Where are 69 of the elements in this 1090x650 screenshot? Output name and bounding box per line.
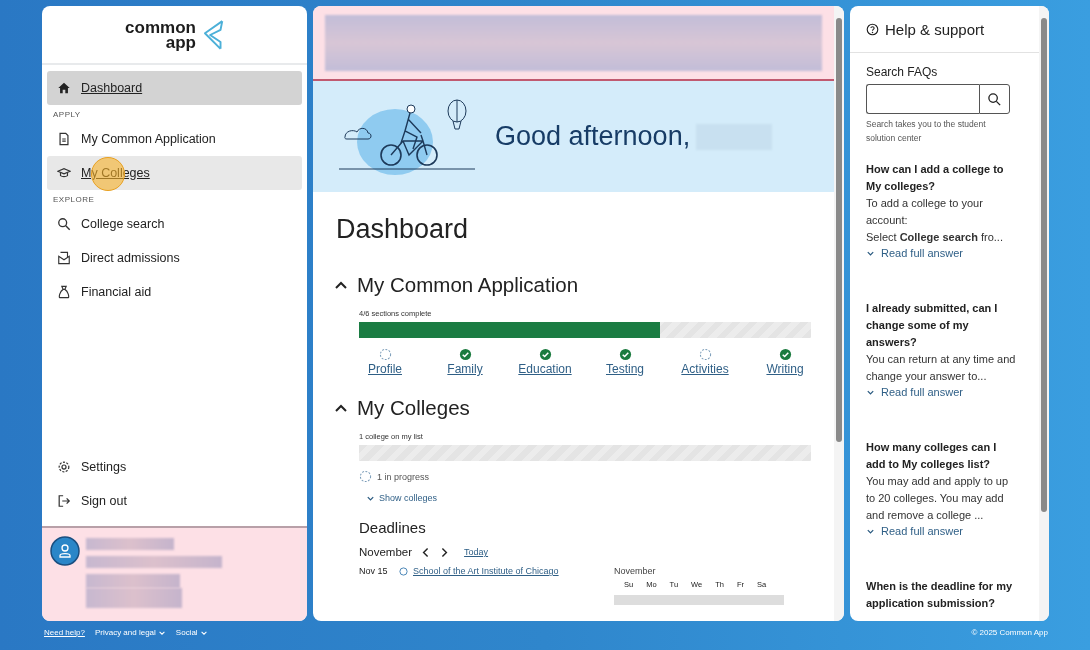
search-icon [987, 91, 1002, 107]
panel-title: Help & support [885, 20, 985, 38]
read-more-link[interactable]: Read full answer [866, 245, 963, 262]
nav-item[interactable]: Financial aid [47, 275, 302, 309]
section-link[interactable]: Activities [681, 362, 729, 376]
faq-question: How many colleges can I add to My colleges list? [866, 440, 998, 472]
section-link[interactable]: Testing [606, 362, 644, 376]
field-label: Search FAQs [866, 65, 939, 79]
nav-item[interactable]: Sign out [47, 484, 302, 518]
page-title: Dashboard [336, 214, 470, 245]
dashed-circle-icon [359, 470, 372, 483]
faq-question: When is the deadline for my application submission? [866, 579, 1014, 611]
deadline-date: Nov 15 [359, 566, 389, 576]
section-title: My Common Application [357, 273, 579, 297]
circle-icon [399, 566, 408, 576]
footer-link[interactable]: Social [175, 628, 208, 637]
section-link[interactable]: Family [447, 362, 483, 376]
college-link[interactable]: School of the Art Institute of Chicago [413, 566, 559, 576]
help-icon [866, 22, 879, 36]
nav-item[interactable]: Direct admissions [47, 241, 302, 275]
copyright-text: © 2025 Common App [971, 628, 1048, 637]
today-link[interactable]: Today [464, 547, 489, 557]
logo-text: app [165, 34, 196, 50]
section-title: Deadlines [359, 519, 427, 536]
section-title: My Colleges [357, 396, 470, 420]
logo-text: common [125, 19, 196, 35]
chevron-down-icon [866, 527, 875, 536]
section-link[interactable]: Education [518, 362, 572, 376]
nav-item[interactable]: College search [47, 207, 302, 241]
greeting-text: Good afternoon, [495, 121, 691, 152]
next-icon[interactable] [440, 546, 449, 558]
nav-item[interactable]: Settings [47, 450, 302, 484]
document-icon [57, 132, 71, 146]
calendar-month: November [614, 566, 657, 576]
section-link[interactable]: Writing [766, 362, 804, 376]
chevron-down-icon [866, 388, 875, 397]
money-bag-icon [57, 285, 71, 299]
settings-icon [57, 460, 71, 474]
faq-answer: You can return at any time and change your answer to... [866, 352, 1017, 384]
month-label: November [359, 546, 413, 558]
envelope-icon [57, 251, 71, 265]
search-icon [57, 217, 71, 231]
avatar-icon[interactable] [50, 536, 80, 566]
scrollbar[interactable] [1039, 6, 1049, 621]
show-colleges-link[interactable]: Show colleges [366, 493, 438, 503]
search-field[interactable] [866, 84, 979, 114]
previous-icon[interactable] [422, 546, 431, 558]
nav-item[interactable]: My Common Application [47, 122, 302, 156]
sign-out-icon [57, 494, 71, 508]
status-text: 1 in progress [377, 471, 430, 482]
footer-link[interactable]: Privacy and legal [94, 628, 166, 637]
faq-answer: To add a college to your account: [866, 196, 984, 228]
nav-section-label: EXPLORE [52, 194, 96, 206]
faq-answer: You may add and apply to up to 20 colleges. You may add and remove a college ... [866, 474, 1010, 523]
faq-question: How can I add a college to My colleges? [866, 162, 1005, 194]
hint-text: Search takes you to the student solution center [866, 118, 987, 145]
graduation-cap-icon [57, 166, 71, 180]
chevron-down-icon [866, 249, 875, 258]
read-more-link[interactable]: Read full answer [866, 523, 963, 540]
faq-question: I already submitted, can I change some of my answers? [866, 301, 999, 350]
home-icon [57, 81, 71, 95]
faq-answer: Select College search fro... [866, 230, 1004, 245]
section-link[interactable]: Profile [368, 362, 402, 376]
footer-link[interactable]: Need help? [44, 628, 85, 637]
scrollbar[interactable] [834, 6, 844, 621]
nav-section-label: APPLY [52, 109, 82, 121]
nav-item[interactable]: Dashboard [47, 71, 302, 105]
read-more-link[interactable]: Read full answer [866, 384, 963, 401]
search-button[interactable] [979, 84, 1010, 114]
